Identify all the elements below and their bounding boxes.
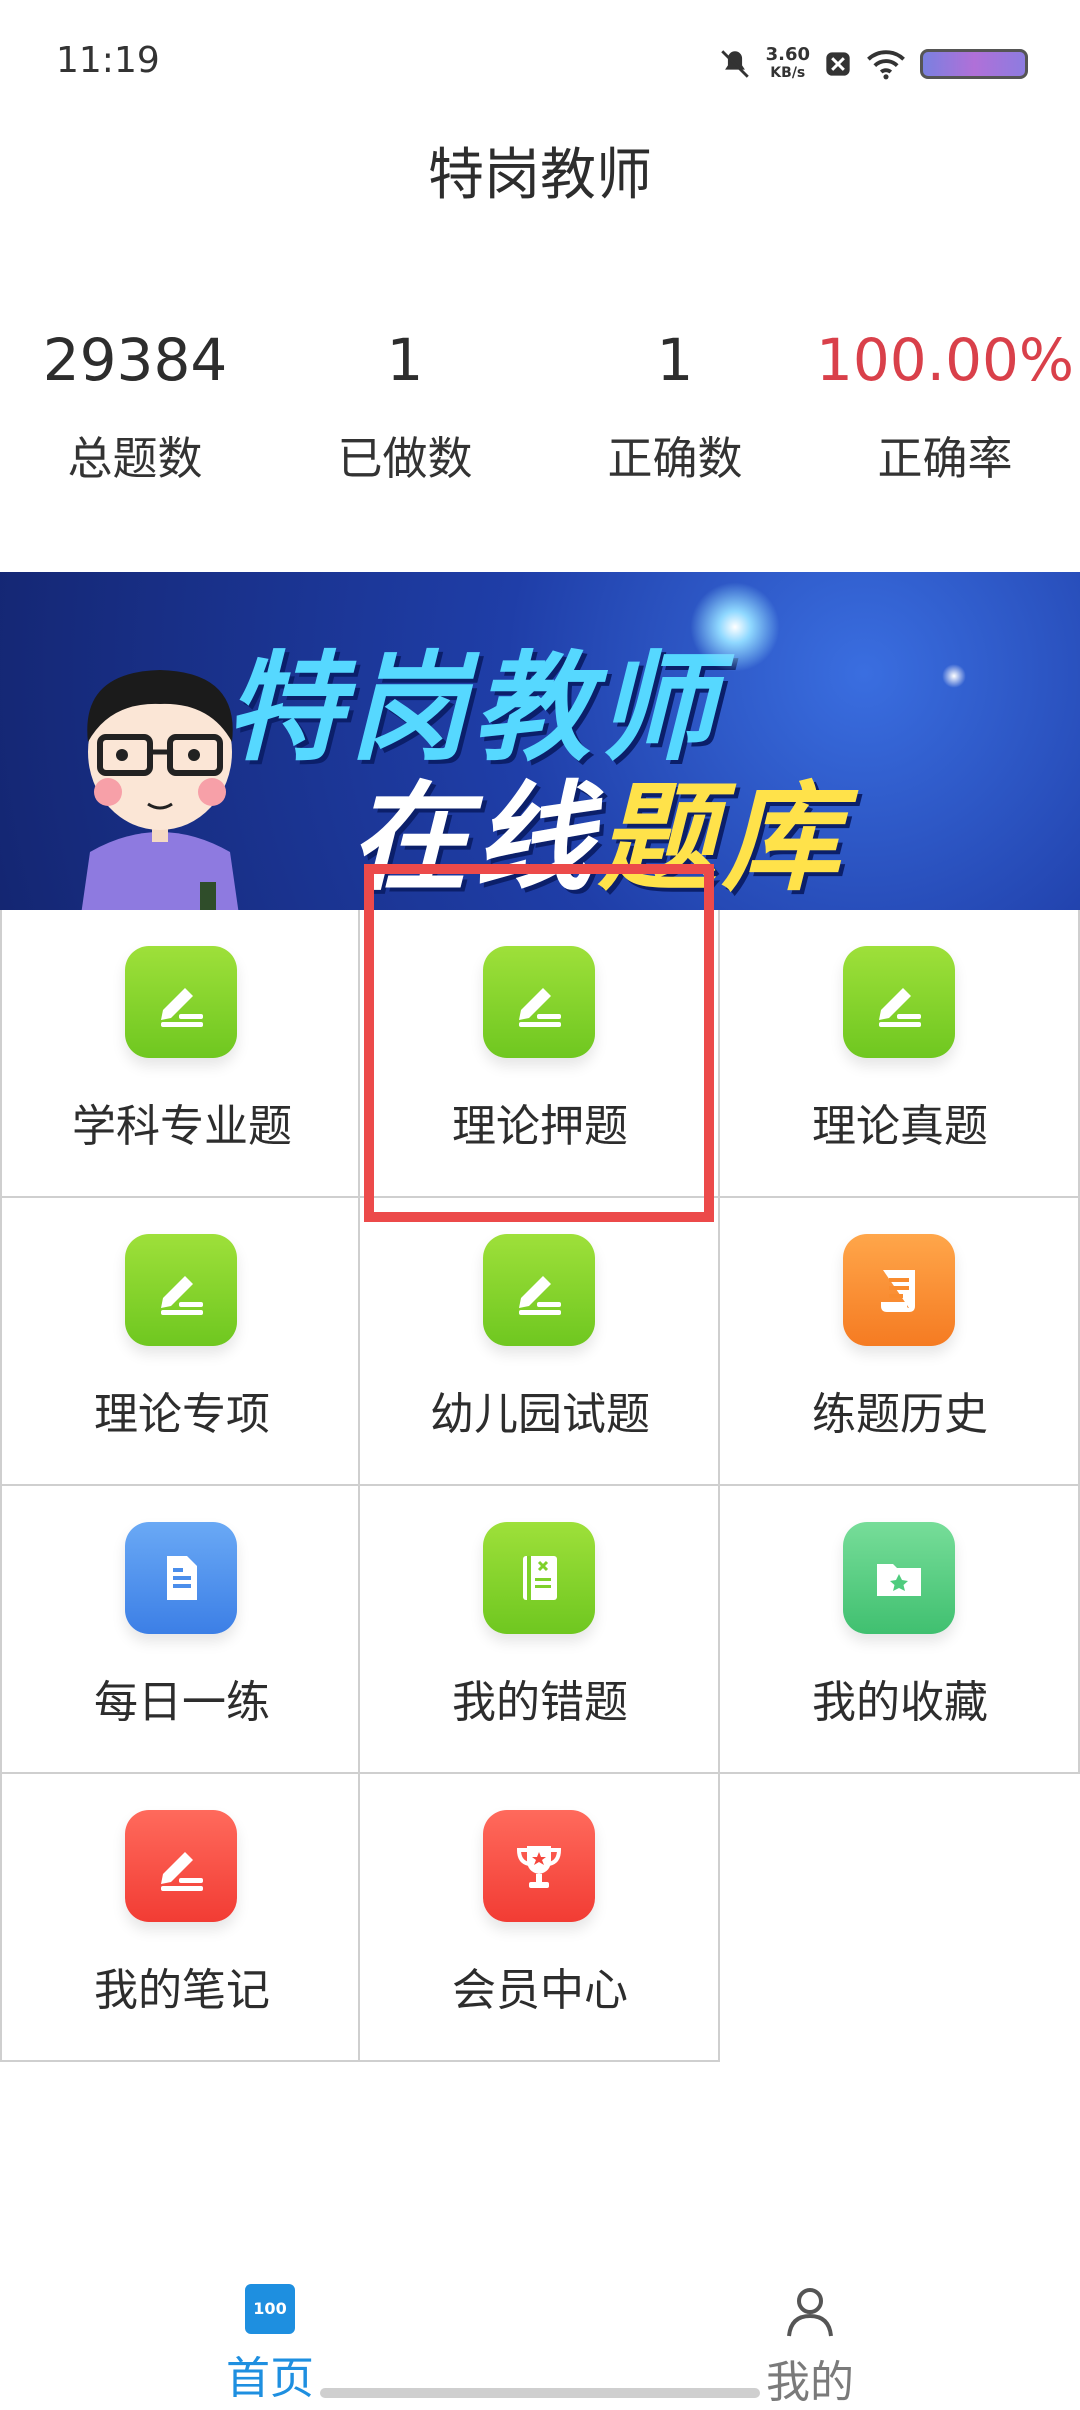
- document-icon: [125, 1522, 237, 1634]
- mute-bell-icon: [720, 50, 749, 78]
- status-icons: 3.60 KB/s: [718, 44, 1028, 84]
- grid-item-label: 我的收藏: [812, 1677, 988, 1728]
- grid-item-favorites[interactable]: 我的收藏: [720, 1486, 1080, 1774]
- grid-item-label: 我的笔记: [94, 1965, 270, 2016]
- grid-item-label: 每日一练: [94, 1677, 270, 1728]
- grid-item-member-center[interactable]: 会员中心: [360, 1774, 720, 2062]
- battery-icon: [920, 49, 1028, 79]
- light-orb: [690, 582, 780, 672]
- star-folder-icon: [843, 1522, 955, 1634]
- nav-mine-label: 我的: [766, 2357, 854, 2408]
- grid-item-label: 理论真题: [812, 1101, 988, 1152]
- grid-item-label: 我的错题: [452, 1677, 628, 1728]
- notification-icon: [826, 52, 850, 76]
- grid-item-label: 理论专项: [94, 1389, 270, 1440]
- grid-item-label: 练题历史: [812, 1389, 988, 1440]
- grid-item-practice-history[interactable]: 练题历史: [720, 1198, 1080, 1486]
- stat-total: 29384 总题数: [0, 320, 270, 487]
- grid-item-label: 会员中心: [452, 1965, 628, 2016]
- status-time: 11:19: [56, 40, 160, 81]
- stat-value: 1: [656, 326, 694, 394]
- page-title: 特岗教师: [428, 143, 652, 208]
- highlight-box: [364, 864, 714, 1222]
- grid-item-my-notes[interactable]: 我的笔记: [0, 1774, 360, 2062]
- person-icon: [787, 2288, 833, 2337]
- stat-label: 总题数: [67, 432, 203, 485]
- grid-item-daily-practice[interactable]: 每日一练: [0, 1486, 360, 1774]
- grid-item-label: 学科专业题: [72, 1101, 292, 1152]
- grid-item-wrong-questions[interactable]: 我的错题: [360, 1486, 720, 1774]
- note-pencil-icon: [125, 1810, 237, 1922]
- wifi-icon: [867, 50, 905, 80]
- pencil-icon: [483, 1234, 595, 1346]
- grid-item-label: 幼儿园试题: [430, 1389, 650, 1440]
- stats-panel: 29384 总题数 1 已做数 1 正确数 100.00% 正确率: [0, 320, 1080, 490]
- grid-item-subject-questions[interactable]: 学科专业题: [0, 910, 360, 1198]
- promo-banner[interactable]: 特岗教师 在线题库: [0, 572, 1080, 910]
- stat-value: 1: [386, 326, 424, 394]
- stat-label: 正确率: [877, 432, 1013, 485]
- gesture-bar[interactable]: [320, 2388, 760, 2398]
- stat-value: 29384: [42, 326, 228, 394]
- notebook-icon: [483, 1522, 595, 1634]
- speed-value: 3.60: [765, 44, 810, 65]
- status-bar: 11:19 3.60 KB/s: [0, 0, 1080, 125]
- stat-value: 100.00%: [815, 326, 1075, 394]
- stat-correct: 1 正确数: [540, 320, 810, 487]
- pencil-icon: [125, 1234, 237, 1346]
- speed-unit: KB/s: [770, 65, 806, 81]
- stat-label: 已做数: [337, 432, 473, 485]
- pencil-icon: [843, 946, 955, 1058]
- light-orb: [942, 664, 966, 688]
- grid-item-kindergarten[interactable]: 幼儿园试题: [360, 1198, 720, 1486]
- network-speed: 3.60 KB/s: [766, 46, 810, 82]
- grid-item-theory-real-exam[interactable]: 理论真题: [720, 910, 1080, 1198]
- bottom-nav: 100 首页 我的: [0, 2270, 1080, 2408]
- scroll-icon: [843, 1234, 955, 1346]
- trophy-icon: [483, 1810, 595, 1922]
- stat-accuracy: 100.00% 正确率: [810, 320, 1080, 487]
- home-100-icon: 100: [245, 2284, 295, 2334]
- pencil-icon: [125, 946, 237, 1058]
- stat-label: 正确数: [607, 432, 743, 485]
- stat-done: 1 已做数: [270, 320, 540, 487]
- grid-item-theory-special[interactable]: 理论专项: [0, 1198, 360, 1486]
